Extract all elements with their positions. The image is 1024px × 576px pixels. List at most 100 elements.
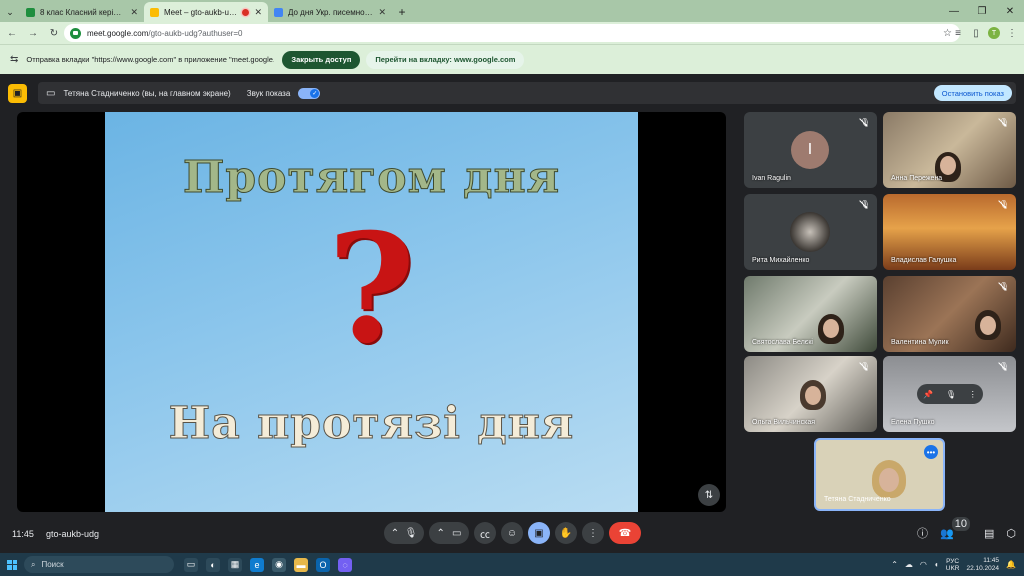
- store-icon[interactable]: ▦: [228, 557, 242, 572]
- tab-title: До дня Укр. писемності та ...: [288, 7, 374, 17]
- activities-icon[interactable]: ⬡: [1006, 527, 1016, 540]
- onedrive-icon[interactable]: ☁: [905, 560, 913, 569]
- forward-icon[interactable]: →: [24, 24, 42, 42]
- media-control-icon[interactable]: ≡: [952, 28, 964, 39]
- participant-tile[interactable]: 📌 🎙 ⋮ 🎙 Елена Пушко: [883, 356, 1016, 432]
- muted-mic-icon: 🎙: [998, 200, 1009, 209]
- new-tab-button[interactable]: +: [392, 2, 412, 22]
- participant-name: Тетяна Стадниченко: [824, 496, 891, 503]
- input-language[interactable]: РУС UKR: [946, 558, 960, 572]
- url-text: meet.google.com/gto-aukb-udg?authuser=0: [87, 28, 243, 38]
- cast-tab-icon: ⇆: [10, 54, 19, 65]
- chrome-icon[interactable]: ◉: [272, 557, 286, 572]
- classroom-favicon-icon: [26, 7, 35, 17]
- close-tab-icon[interactable]: ✕: [254, 7, 262, 18]
- captions-button[interactable]: ㏄: [474, 522, 496, 544]
- file-explorer-icon[interactable]: ▬: [294, 557, 308, 572]
- close-tab-icon[interactable]: ✕: [378, 7, 386, 18]
- tab-search-icon[interactable]: ⌄: [0, 2, 20, 22]
- task-view-icon[interactable]: ▭: [184, 557, 198, 572]
- restore-icon[interactable]: ❐: [968, 0, 996, 22]
- meeting-info-icon[interactable]: ⓘ: [917, 525, 928, 541]
- muted-mic-icon: 🎙: [998, 362, 1009, 371]
- close-tab-icon[interactable]: ✕: [130, 7, 138, 18]
- back-icon[interactable]: ←: [3, 24, 21, 42]
- notifications-icon[interactable]: 🔔: [1006, 560, 1016, 569]
- goto-tab-button[interactable]: Перейти на вкладку: www.google.com: [366, 50, 525, 69]
- search-icon: ⌕: [31, 559, 36, 569]
- outlook-icon[interactable]: O: [316, 557, 330, 572]
- copilot-icon[interactable]: ◐: [206, 557, 220, 572]
- self-more-icon[interactable]: •••: [924, 445, 938, 459]
- presenting-icon: ▣: [8, 83, 27, 103]
- participant-tile[interactable]: 🎙 Рита Михайленко: [744, 194, 877, 270]
- chat-icon[interactable]: ▤: [984, 527, 994, 540]
- start-button[interactable]: [0, 559, 24, 570]
- stop-presenting-button[interactable]: Остановить показ: [933, 85, 1012, 101]
- tab-meet[interactable]: Meet – gto-aukb-udg ✕: [144, 2, 268, 22]
- site-info-icon[interactable]: [70, 27, 81, 39]
- hang-up-icon: ☎: [618, 527, 632, 539]
- participant-face: [823, 319, 839, 338]
- participant-tile[interactable]: 🎙 Валентина Мулик: [883, 276, 1016, 352]
- share-audio-toggle[interactable]: ✓: [298, 87, 321, 99]
- taskbar-search[interactable]: ⌕ Поиск: [24, 556, 174, 573]
- reactions-button[interactable]: ☺: [501, 522, 523, 544]
- participant-name: Рита Михайленко: [752, 257, 810, 264]
- participant-tile[interactable]: I 🎙 Ivan Ragulin: [744, 112, 877, 188]
- meet-control-bar: 11:45 gto-aukb-udg ⌃ 🎙 ⌃ ▭ ㏄ ☺ ▣ ✋ ⋮ ☎ ⓘ 👥…: [0, 516, 1024, 553]
- pin-icon[interactable]: 📌: [923, 390, 933, 399]
- more-options-icon[interactable]: ⋮: [969, 390, 977, 399]
- minimize-icon[interactable]: —: [940, 0, 968, 22]
- people-icon[interactable]: 👥10: [940, 516, 972, 540]
- chevron-up-icon[interactable]: ⌃: [437, 528, 445, 539]
- shared-slide: Протягом дня ? На протязі дня: [105, 112, 638, 512]
- more-vert-icon: ⋮: [588, 527, 598, 539]
- tile-hover-controls: 📌 🎙 ⋮: [917, 384, 983, 404]
- raise-hand-button[interactable]: ✋: [555, 522, 577, 544]
- mic-button[interactable]: ⌃ 🎙: [384, 522, 424, 544]
- wifi-icon[interactable]: ◠: [920, 560, 927, 569]
- sidepanel-icon[interactable]: ▯: [970, 28, 982, 39]
- mic-icon: 🎙: [404, 527, 418, 539]
- participant-video: [790, 212, 830, 252]
- tray-expand-icon[interactable]: ⌃: [891, 560, 898, 569]
- system-clock[interactable]: 11:45 22.10.2024: [966, 557, 999, 573]
- toolbar-right: ≡ ▯ T ⋮: [952, 24, 1018, 42]
- close-window-icon[interactable]: ✕: [996, 0, 1024, 22]
- edge-icon[interactable]: e: [250, 557, 264, 572]
- camera-button[interactable]: ⌃ ▭: [429, 522, 469, 544]
- reload-icon[interactable]: ↻: [45, 24, 63, 42]
- meeting-clock: 11:45: [12, 529, 34, 539]
- bookmark-star-icon[interactable]: ☆: [943, 28, 952, 39]
- participant-name: Ольга Вильчинская: [752, 419, 815, 426]
- close-access-button[interactable]: Закрыть доступ: [282, 50, 361, 69]
- viber-icon[interactable]: ◌: [338, 557, 352, 572]
- search-placeholder: Поиск: [41, 560, 64, 569]
- presentation-banner: ▣ ▭ Тетяна Стадниченко (вы, на главном э…: [8, 82, 1016, 104]
- windows-taskbar: ⌕ Поиск ▭ ◐ ▦ e ◉ ▬ O ◌ ⌃ ☁ ◠ ◖ РУС UKR 1…: [0, 553, 1024, 576]
- participant-tile[interactable]: Святослава Белєкі: [744, 276, 877, 352]
- leave-call-button[interactable]: ☎: [609, 522, 641, 544]
- swap-layout-button[interactable]: ⇅: [698, 484, 720, 506]
- volume-icon[interactable]: ◖: [934, 560, 939, 569]
- participant-face: [980, 316, 996, 335]
- participant-tile[interactable]: 🎙 Ольга Вильчинская: [744, 356, 877, 432]
- profile-avatar[interactable]: T: [988, 27, 1000, 39]
- tab-strip: ⌄ 8 клас Класний керівник: Ста... ✕ Meet…: [0, 0, 1024, 22]
- self-view-tile[interactable]: ••• Тетяна Стадниченко: [814, 438, 945, 511]
- more-options-button[interactable]: ⋮: [582, 522, 604, 544]
- mute-participant-icon[interactable]: 🎙: [946, 390, 956, 399]
- participant-name: Святослава Белєкі: [752, 339, 813, 346]
- present-button[interactable]: ▣: [528, 522, 550, 544]
- menu-kebab-icon[interactable]: ⋮: [1006, 28, 1018, 39]
- participant-tile[interactable]: 🎙 Анна Пережена: [883, 112, 1016, 188]
- chevron-up-icon[interactable]: ⌃: [391, 528, 399, 539]
- participant-tile[interactable]: 🎙 Владислав Галушка: [883, 194, 1016, 270]
- tab-presentation[interactable]: До дня Укр. писемності та ... ✕: [268, 2, 392, 22]
- presentation-stage: Протягом дня ? На протязі дня ⇅: [17, 112, 726, 512]
- infobar-message: Отправка вкладки "https://www.google.com…: [26, 55, 275, 64]
- address-bar[interactable]: meet.google.com/gto-aukb-udg?authuser=0 …: [64, 24, 960, 42]
- recording-indicator-icon: [242, 8, 250, 16]
- tab-classroom[interactable]: 8 клас Класний керівник: Ста... ✕: [20, 2, 144, 22]
